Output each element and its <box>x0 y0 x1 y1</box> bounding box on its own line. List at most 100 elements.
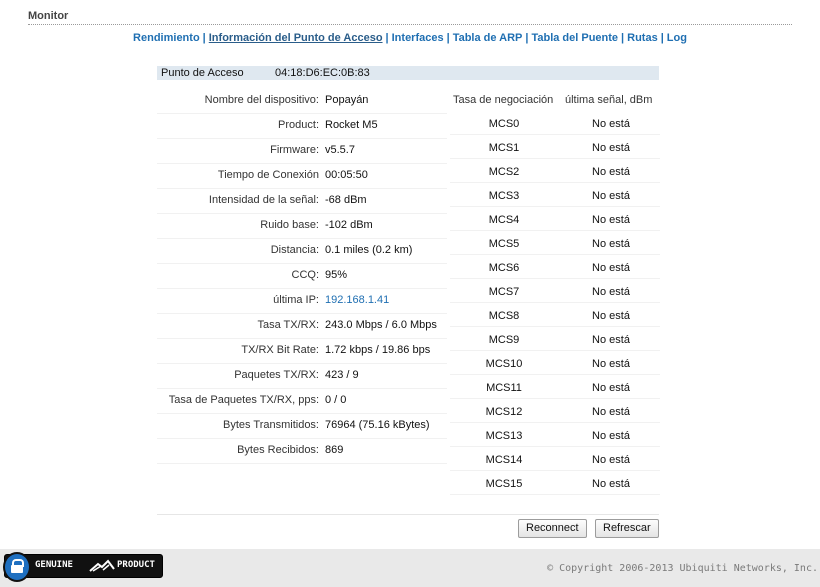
info-value: 869 <box>325 444 344 456</box>
monitor-tabs: Rendimiento | Información del Punto de Acc… <box>0 32 820 44</box>
access-point-label: Punto de Acceso <box>161 67 244 79</box>
badge-text-genuine: GENUINE <box>35 560 73 570</box>
rate-row: MCS13 No está <box>450 425 660 449</box>
rate-row: MCS11 No está <box>450 377 660 401</box>
rates-table: Tasa de negociación última señal, dBm MC… <box>450 89 660 497</box>
rate-status: No está <box>592 142 630 154</box>
info-row: Bytes Transmitidos: 76964 (75.16 kBytes) <box>157 414 447 439</box>
rate-status: No está <box>592 430 630 442</box>
reconnect-button[interactable]: Reconnect <box>518 519 587 538</box>
tab-rendimiento[interactable]: Rendimiento <box>133 32 200 44</box>
info-value: Popayán <box>325 94 369 106</box>
rate-name: MCS1 <box>488 142 520 154</box>
info-label: Distancia: <box>270 244 319 256</box>
info-row: Bytes Recibidos: 869 <box>157 439 447 464</box>
rate-row: MCS4 No está <box>450 209 660 233</box>
info-value: v5.5.7 <box>325 144 355 156</box>
info-row: TX/RX Bit Rate: 1.72 kbps / 19.86 bps <box>157 339 447 364</box>
info-label: Firmware: <box>270 144 319 156</box>
info-label: Tasa TX/RX: <box>257 319 319 331</box>
rate-name: MCS4 <box>488 214 520 226</box>
info-row: última IP: 192.168.1.41 <box>157 289 447 314</box>
tab-log[interactable]: Log <box>667 32 687 44</box>
info-label: Nombre del dispositivo: <box>204 94 319 106</box>
info-label: Product: <box>278 119 319 131</box>
info-row: CCQ: 95% <box>157 264 447 289</box>
info-row: Tasa TX/RX: 243.0 Mbps / 6.0 Mbps <box>157 314 447 339</box>
rate-status: No está <box>592 454 630 466</box>
section-divider <box>28 24 792 25</box>
rate-name: MCS9 <box>488 334 520 346</box>
info-value: Rocket M5 <box>325 119 378 131</box>
info-label: Tiempo de Conexión <box>217 169 319 181</box>
info-value: 95% <box>325 269 348 281</box>
info-label: Intensidad de la señal: <box>208 194 319 206</box>
rate-row: MCS2 No está <box>450 161 660 185</box>
tab-separator: | <box>202 32 206 44</box>
rate-row: MCS7 No está <box>450 281 660 305</box>
last-ip-link[interactable]: 192.168.1.41 <box>325 294 389 306</box>
rate-name: MCS11 <box>486 382 522 394</box>
badge-text-product: PRODUCT <box>117 560 155 570</box>
tab-separator: | <box>660 32 664 44</box>
rate-status: No está <box>592 238 630 250</box>
info-value: -102 dBm <box>325 219 373 231</box>
tab-informacion-punto-acceso[interactable]: Información del Punto de Acceso <box>209 32 383 44</box>
rate-status: No está <box>592 262 630 274</box>
tab-tabla-arp[interactable]: Tabla de ARP <box>453 32 523 44</box>
tab-separator: | <box>385 32 389 44</box>
info-label: Ruido base: <box>260 219 319 231</box>
rate-row: MCS10 No está <box>450 353 660 377</box>
info-label: TX/RX Bit Rate: <box>241 344 319 356</box>
rate-status: No está <box>592 406 630 418</box>
rate-name: MCS0 <box>488 118 520 130</box>
rate-row: MCS0 No está <box>450 113 660 137</box>
info-row: Ruido base: -102 dBm <box>157 214 447 239</box>
tab-interfaces[interactable]: Interfaces <box>392 32 444 44</box>
rate-name: MCS7 <box>488 286 520 298</box>
info-value: 00:05:50 <box>325 169 368 181</box>
device-info-table: Nombre del dispositivo: Popayán Product: R… <box>157 89 447 464</box>
rate-row: MCS1 No está <box>450 137 660 161</box>
col-header-signal: última señal, dBm <box>565 94 653 106</box>
info-row: Tiempo de Conexión 00:05:50 <box>157 164 447 189</box>
rate-row: MCS15 No está <box>450 473 660 497</box>
info-row: Nombre del dispositivo: Popayán <box>157 89 447 114</box>
info-label: Bytes Recibidos: <box>237 444 319 456</box>
info-label: Bytes Transmitidos: <box>223 419 319 431</box>
rate-row: MCS14 No está <box>450 449 660 473</box>
rate-row: MCS8 No está <box>450 305 660 329</box>
rate-status: No está <box>592 382 630 394</box>
info-value: 0 / 0 <box>325 394 347 406</box>
tab-tabla-puente[interactable]: Tabla del Puente <box>531 32 618 44</box>
info-row: Tasa de Paquetes TX/RX, pps: 0 / 0 <box>157 389 447 414</box>
refresh-button[interactable]: Refrescar <box>595 519 659 538</box>
bottom-divider <box>157 514 659 515</box>
rate-status: No está <box>592 190 630 202</box>
rate-name: MCS3 <box>488 190 520 202</box>
tab-rutas[interactable]: Rutas <box>627 32 658 44</box>
info-row: Firmware: v5.5.7 <box>157 139 447 164</box>
info-label: Paquetes TX/RX: <box>234 369 319 381</box>
rate-name: MCS5 <box>488 238 520 250</box>
access-point-mac: 04:18:D6:EC:0B:83 <box>275 67 370 79</box>
rates-header: Tasa de negociación última señal, dBm <box>450 89 660 113</box>
info-value: 423 / 9 <box>325 369 359 381</box>
info-row: Paquetes TX/RX: 423 / 9 <box>157 364 447 389</box>
rate-status: No está <box>592 286 630 298</box>
info-row: Product: Rocket M5 <box>157 114 447 139</box>
section-title: Monitor <box>28 10 69 22</box>
tab-separator: | <box>621 32 625 44</box>
access-point-header: Punto de Acceso 04:18:D6:EC:0B:83 <box>157 66 659 80</box>
info-value: 1.72 kbps / 19.86 bps <box>325 344 431 356</box>
rate-status: No está <box>592 214 630 226</box>
lock-icon <box>3 552 31 582</box>
rate-status: No está <box>592 358 630 370</box>
tab-separator: | <box>446 32 450 44</box>
info-value: 76964 (75.16 kBytes) <box>325 419 430 431</box>
rate-name: MCS13 <box>485 430 523 442</box>
rate-name: MCS6 <box>488 262 520 274</box>
info-label: última IP: <box>273 294 319 306</box>
rate-status: No está <box>592 118 630 130</box>
rate-name: MCS8 <box>488 310 520 322</box>
